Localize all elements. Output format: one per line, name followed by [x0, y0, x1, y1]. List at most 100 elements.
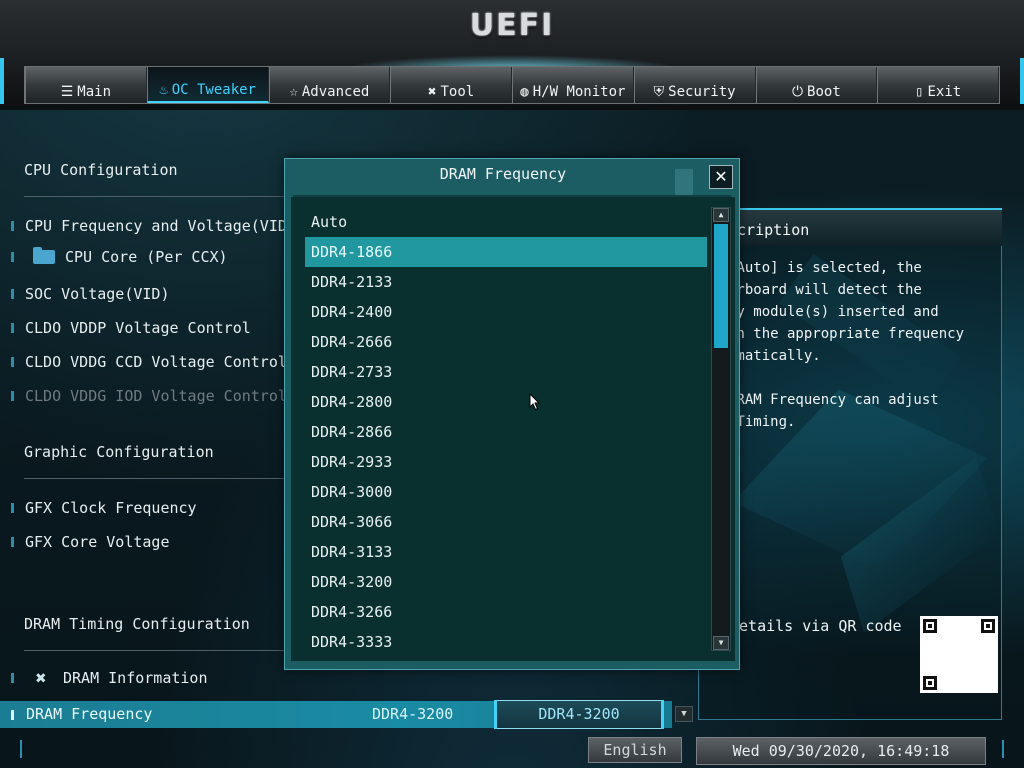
- setting-label: CLDO VDDG CCD Voltage Control: [25, 353, 287, 371]
- tools-icon: ✖: [428, 84, 437, 100]
- dram-frequency-dialog: DRAM Frequency ✕ Auto DDR4-1866 DDR4-213…: [284, 158, 740, 670]
- qr-code-label: details via QR code: [730, 617, 902, 635]
- option-item[interactable]: DDR4-3066: [305, 507, 707, 537]
- tab-label: OC Tweaker: [171, 82, 256, 98]
- setting-current-value: DDR4-3200: [372, 705, 454, 723]
- header-accent-right: [1020, 58, 1024, 104]
- section-title-dram: DRAM Timing Configuration: [24, 615, 250, 633]
- setting-cldo-vddg-ccd[interactable]: CLDO VDDG CCD Voltage Control: [0, 350, 287, 374]
- row-bullet: [11, 673, 14, 683]
- star-icon: ☆: [289, 84, 298, 100]
- power-icon: ⏻: [791, 84, 804, 100]
- dialog-title: DRAM Frequency: [439, 165, 567, 183]
- option-list: Auto DDR4-1866 DDR4-2133 DDR4-2400 DDR4-…: [305, 207, 707, 657]
- tab-tool[interactable]: ✖ Tool: [390, 67, 512, 103]
- row-bullet: [11, 252, 14, 262]
- dialog-scrollbar[interactable]: ▲ ▼: [711, 207, 731, 651]
- tab-boot[interactable]: ⏻ Boot: [755, 67, 878, 103]
- setting-label: DRAM Frequency: [26, 705, 153, 723]
- option-item[interactable]: DDR4-3133: [305, 537, 707, 567]
- scroll-down-arrow[interactable]: ▼: [675, 706, 693, 722]
- row-bullet: [11, 289, 14, 299]
- status-accent-right: [1002, 740, 1004, 758]
- setting-label: CPU Core (Per CCX): [65, 248, 228, 266]
- tab-label: Exit: [927, 84, 962, 100]
- tab-label: Advanced: [301, 84, 370, 100]
- description-title: scription: [728, 221, 810, 239]
- section-divider: [24, 196, 290, 197]
- option-item[interactable]: Auto: [305, 207, 707, 237]
- setting-dram-information[interactable]: ✖ DRAM Information: [0, 666, 208, 690]
- header-accent-left: [0, 58, 4, 104]
- option-item-selected[interactable]: DDR4-1866: [305, 237, 707, 267]
- door-icon: ▯: [915, 84, 924, 100]
- description-text-2: DRAM Frequency can adjust Timing.: [728, 392, 939, 430]
- tab-label: Security: [668, 84, 736, 100]
- tab-exit[interactable]: ▯ Exit: [877, 67, 999, 103]
- dram-frequency-select[interactable]: DDR4-3200: [494, 700, 664, 729]
- tab-advanced[interactable]: ☆ Advanced: [268, 67, 391, 103]
- section-title-graphic: Graphic Configuration: [24, 443, 214, 461]
- tab-label: Main: [77, 84, 112, 100]
- folder-icon: [33, 247, 55, 264]
- option-item[interactable]: DDR4-2800: [305, 387, 707, 417]
- row-bullet: [11, 391, 14, 401]
- tab-hw-monitor[interactable]: ◍ H/W Monitor: [512, 67, 634, 103]
- row-bullet: [11, 357, 14, 367]
- setting-label: CPU Frequency and Voltage(VID): [25, 217, 296, 235]
- row-bullet: [11, 537, 14, 547]
- setting-soc-voltage[interactable]: SOC Voltage(VID): [0, 282, 170, 306]
- scroll-up-arrow[interactable]: ▲: [713, 208, 729, 222]
- setting-label: DRAM Information: [63, 669, 208, 687]
- row-bullet: [11, 221, 14, 231]
- status-accent-left: [20, 740, 22, 758]
- tab-main[interactable]: ☰ Main: [25, 67, 147, 103]
- tab-security[interactable]: ⛨ Security: [633, 67, 756, 103]
- setting-gfx-clock[interactable]: GFX Clock Frequency: [0, 496, 197, 520]
- option-list-area: Auto DDR4-1866 DDR4-2133 DDR4-2400 DDR4-…: [291, 197, 735, 661]
- setting-label-disabled: CLDO VDDG IOD Voltage Control: [25, 387, 287, 405]
- section-divider: [24, 650, 290, 651]
- setting-cpu-core[interactable]: CPU Core (Per CCX): [0, 245, 228, 269]
- option-item[interactable]: DDR4-3266: [305, 597, 707, 627]
- section-title-cpu: CPU Configuration: [24, 161, 178, 179]
- option-item[interactable]: DDR4-3333: [305, 627, 707, 657]
- setting-cpu-frequency-voltage[interactable]: CPU Frequency and Voltage(VID) Ch: [0, 214, 317, 238]
- scrollbar-thumb[interactable]: [714, 224, 728, 348]
- option-item[interactable]: DDR4-2400: [305, 297, 707, 327]
- shield-icon: ⛨: [653, 84, 665, 100]
- option-item[interactable]: DDR4-2733: [305, 357, 707, 387]
- language-button[interactable]: English: [588, 737, 682, 763]
- flame-icon: ♨: [159, 82, 168, 98]
- close-button[interactable]: ✕: [709, 165, 733, 189]
- option-item[interactable]: DDR4-2133: [305, 267, 707, 297]
- setting-label: CLDO VDDP Voltage Control: [25, 319, 251, 337]
- setting-label: SOC Voltage(VID): [25, 285, 170, 303]
- setting-cldo-vddp[interactable]: CLDO VDDP Voltage Control: [0, 316, 251, 340]
- setting-gfx-core-voltage[interactable]: GFX Core Voltage: [0, 530, 170, 554]
- qr-code-image: [920, 616, 998, 693]
- tab-label: H/W Monitor: [532, 84, 626, 100]
- tab-label: Tool: [440, 84, 475, 100]
- setting-cldo-vddg-iod: CLDO VDDG IOD Voltage Control: [0, 384, 287, 408]
- row-bullet: [11, 710, 14, 720]
- option-item[interactable]: DDR4-2933: [305, 447, 707, 477]
- date-time-display: Wed 09/30/2020, 16:49:18: [696, 737, 986, 765]
- qr-finder-pattern: [923, 676, 937, 690]
- tools-icon: ✖: [35, 667, 47, 689]
- option-item[interactable]: DDR4-2866: [305, 417, 707, 447]
- option-item[interactable]: DDR4-3000: [305, 477, 707, 507]
- row-bullet: [11, 323, 14, 333]
- close-icon: ✕: [714, 167, 728, 186]
- option-item[interactable]: DDR4-2666: [305, 327, 707, 357]
- tab-oc-tweaker[interactable]: ♨ OC Tweaker: [146, 67, 269, 103]
- uefi-logo: UEFI: [469, 8, 555, 43]
- list-icon: ☰: [60, 84, 74, 100]
- mouse-cursor-icon: [529, 393, 541, 411]
- setting-label: GFX Core Voltage: [25, 533, 170, 551]
- description-text: [Auto] is selected, the erboard will det…: [728, 260, 965, 364]
- setting-label: GFX Clock Frequency: [25, 499, 197, 517]
- option-item[interactable]: DDR4-3200: [305, 567, 707, 597]
- tab-label: Boot: [807, 84, 841, 100]
- scroll-down-arrow[interactable]: ▼: [713, 636, 729, 650]
